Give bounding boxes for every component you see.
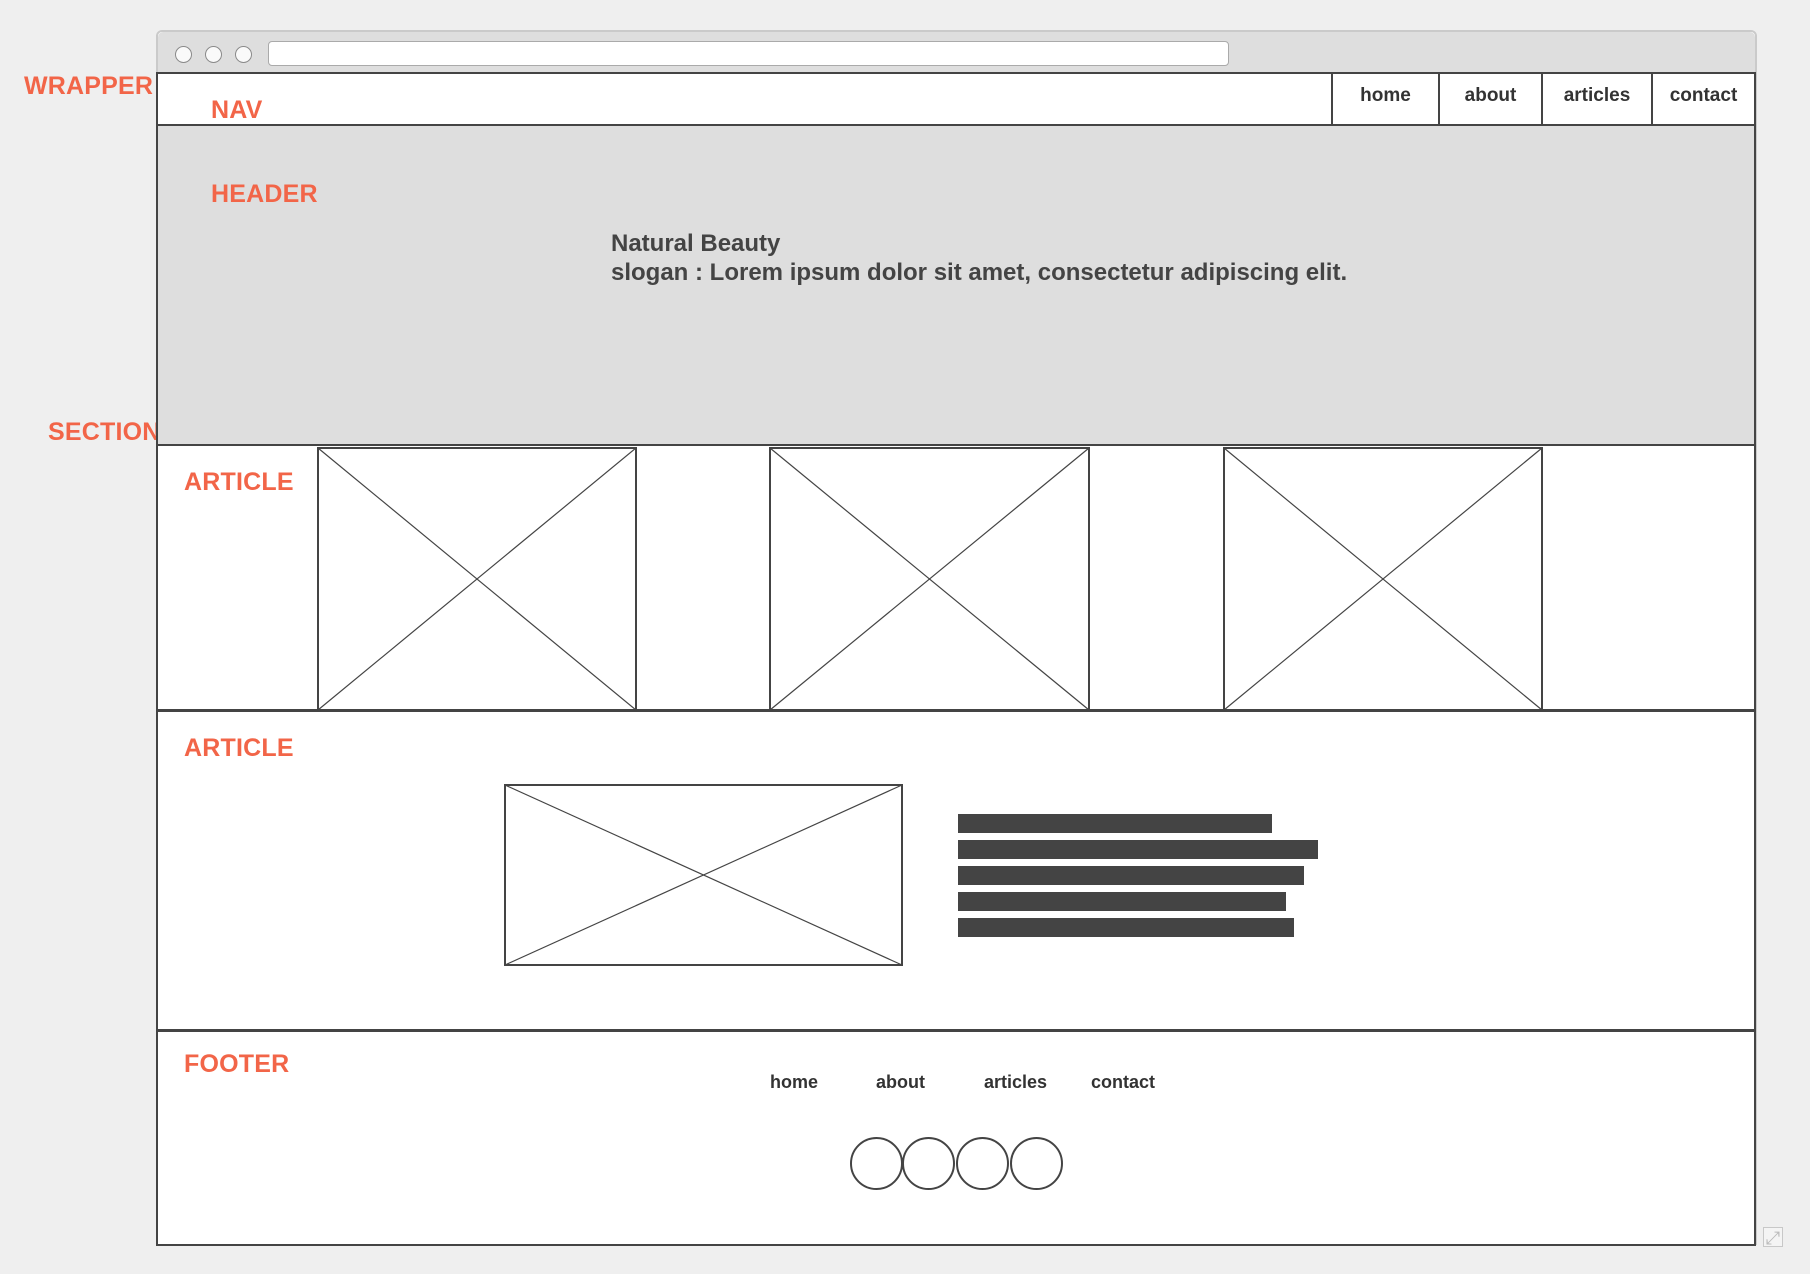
text-line-placeholder — [958, 892, 1286, 911]
nav-item-about[interactable]: about — [1438, 74, 1541, 124]
article-label: ARTICLE — [184, 468, 294, 496]
image-placeholder-icon — [317, 447, 637, 711]
article-label: ARTICLE — [184, 734, 294, 762]
feature-article: ARTICLE — [158, 712, 1754, 1032]
footer-label: FOOTER — [184, 1050, 290, 1078]
maximize-window-icon[interactable] — [235, 46, 252, 63]
footer-section: FOOTER — [158, 1032, 1754, 1246]
minimize-window-icon[interactable] — [205, 46, 222, 63]
wrapper-label: WRAPPER — [24, 72, 154, 100]
text-line-placeholder — [958, 866, 1304, 885]
nav-label: NAV — [211, 96, 263, 124]
url-bar[interactable] — [268, 41, 1229, 66]
nav-item-home[interactable]: home — [1331, 74, 1438, 124]
close-window-icon[interactable] — [175, 46, 192, 63]
text-line-placeholder — [958, 840, 1318, 859]
social-icon[interactable] — [902, 1137, 955, 1190]
image-placeholder-icon — [769, 447, 1090, 711]
nav-item-contact[interactable]: contact — [1651, 74, 1754, 124]
social-icon[interactable] — [956, 1137, 1009, 1190]
site-title: Natural Beauty — [611, 230, 781, 257]
nav-bar: NAV home about articles contact — [158, 74, 1754, 126]
site-slogan: slogan : Lorem ipsum dolor sit amet, con… — [611, 259, 1348, 286]
image-placeholder-icon — [1223, 447, 1543, 711]
section-label: SECTION — [48, 418, 161, 446]
social-icon[interactable] — [1010, 1137, 1063, 1190]
header-label: HEADER — [211, 180, 318, 208]
footer-link-about[interactable]: about — [876, 1072, 925, 1093]
page-wrapper: NAV home about articles contact HEADER N… — [156, 72, 1756, 1246]
title-bar — [158, 32, 1755, 74]
text-line-placeholder — [958, 814, 1272, 833]
social-icon[interactable] — [850, 1137, 903, 1190]
footer-link-contact[interactable]: contact — [1091, 1072, 1155, 1093]
nav-item-articles[interactable]: articles — [1541, 74, 1651, 124]
footer-link-articles[interactable]: articles — [984, 1072, 1047, 1093]
footer-link-home[interactable]: home — [770, 1072, 818, 1093]
image-placeholder-icon — [504, 784, 903, 966]
text-line-placeholder — [958, 918, 1294, 937]
resize-icon[interactable]: ⤢ — [1763, 1227, 1783, 1248]
header-section: HEADER Natural Beauty slogan : Lorem ips… — [158, 126, 1754, 446]
gallery-article: ARTICLE — [158, 446, 1754, 712]
